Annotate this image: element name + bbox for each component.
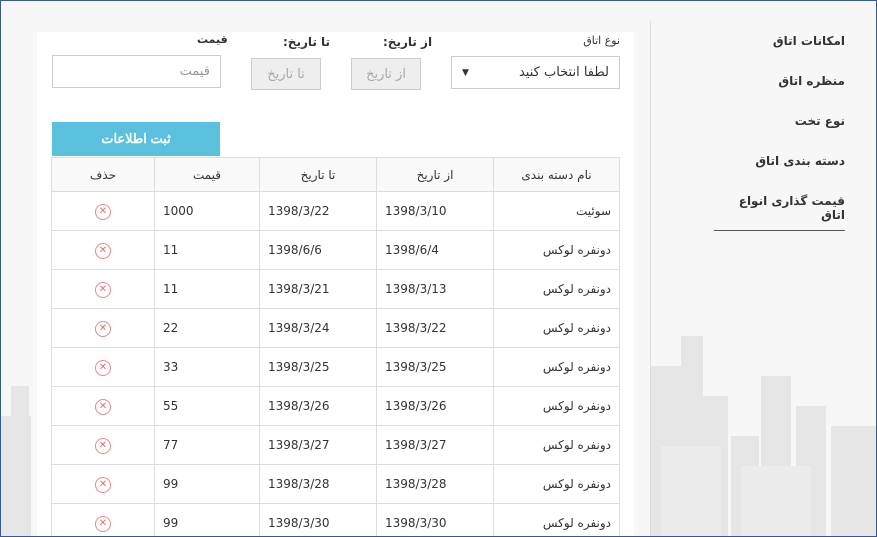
cell-category-name: دونفره لوکس xyxy=(493,386,620,426)
table-row: دونفره لوکس 1398/3/26 1398/3/26 55 ✕ xyxy=(51,386,620,426)
room-type-value: لطفا انتخاب کنید xyxy=(518,65,609,80)
cell-delete: ✕ xyxy=(51,230,155,270)
header-delete: حذف xyxy=(51,157,155,192)
circle-x-icon[interactable]: ✕ xyxy=(95,359,111,376)
cell-category-name: دونفره لوکس xyxy=(493,425,620,465)
circle-x-icon[interactable]: ✕ xyxy=(95,242,111,259)
cell-from-date: 1398/3/30 xyxy=(376,503,494,536)
circle-x-icon[interactable]: ✕ xyxy=(95,476,111,493)
sidebar-item-room-view[interactable]: منظره اتاق xyxy=(778,74,845,88)
cell-price: 99 xyxy=(154,464,260,504)
cell-from-date: 1398/3/26 xyxy=(376,386,494,426)
cell-delete: ✕ xyxy=(51,425,155,465)
main-panel: نوع اتاق لطفا انتخاب کنید ▼ از تاریخ: از… xyxy=(37,32,634,536)
table-row: دونفره لوکس 1398/3/13 1398/3/21 11 ✕ xyxy=(51,269,620,309)
table-row: دونفره لوکس 1398/3/25 1398/3/25 33 ✕ xyxy=(51,347,620,387)
cell-from-date: 1398/3/22 xyxy=(376,308,494,348)
cell-price: 77 xyxy=(154,425,260,465)
cell-from-date: 1398/3/28 xyxy=(376,464,494,504)
cell-delete: ✕ xyxy=(51,503,155,536)
sidebar: امکانات اتاق منظره اتاق نوع تخت دسته بند… xyxy=(650,21,876,536)
header-to-date: تا تاریخ xyxy=(259,157,377,192)
cell-from-date: 1398/3/27 xyxy=(376,425,494,465)
from-date-placeholder: از تاریخ xyxy=(366,66,406,82)
cell-delete: ✕ xyxy=(51,191,155,231)
cell-price: 22 xyxy=(154,308,260,348)
room-type-select[interactable]: لطفا انتخاب کنید ▼ xyxy=(451,56,620,89)
caret-down-icon: ▼ xyxy=(462,67,469,78)
cell-to-date: 1398/3/27 xyxy=(259,425,377,465)
cell-to-date: 1398/3/30 xyxy=(259,503,377,536)
cell-to-date: 1398/3/21 xyxy=(259,269,377,309)
cell-to-date: 1398/6/6 xyxy=(259,230,377,270)
cell-category-name: دونفره لوکس xyxy=(493,230,620,270)
cell-to-date: 1398/3/28 xyxy=(259,464,377,504)
cell-category-name: دونفره لوکس xyxy=(493,269,620,309)
header-category-name: نام دسته بندی xyxy=(493,157,620,192)
table-row: دونفره لوکس 1398/3/27 1398/3/27 77 ✕ xyxy=(51,425,620,465)
circle-x-icon[interactable]: ✕ xyxy=(95,398,111,415)
cell-to-date: 1398/3/22 xyxy=(259,191,377,231)
circle-x-icon[interactable]: ✕ xyxy=(95,281,111,298)
table-row: دونفره لوکس 1398/3/22 1398/3/24 22 ✕ xyxy=(51,308,620,348)
table-row: دونفره لوکس 1398/3/28 1398/3/28 99 ✕ xyxy=(51,464,620,504)
circle-x-icon[interactable]: ✕ xyxy=(95,320,111,337)
cell-from-date: 1398/3/10 xyxy=(376,191,494,231)
sidebar-item-bed-type[interactable]: نوع تخت xyxy=(795,114,845,128)
from-date-input[interactable]: از تاریخ xyxy=(351,58,421,90)
cell-to-date: 1398/3/25 xyxy=(259,347,377,387)
app-frame: امکانات اتاق منظره اتاق نوع تخت دسته بند… xyxy=(0,0,877,537)
cell-delete: ✕ xyxy=(51,386,155,426)
cell-delete: ✕ xyxy=(51,308,155,348)
cell-to-date: 1398/3/26 xyxy=(259,386,377,426)
from-date-label: از تاریخ: xyxy=(383,35,433,49)
cell-delete: ✕ xyxy=(51,464,155,504)
cell-price: 99 xyxy=(154,503,260,536)
cell-category-name: دونفره لوکس xyxy=(493,464,620,504)
circle-x-icon[interactable]: ✕ xyxy=(95,203,111,220)
cell-delete: ✕ xyxy=(51,269,155,309)
cell-category-name: دونفره لوکس xyxy=(493,308,620,348)
cell-price: 33 xyxy=(154,347,260,387)
cell-price: 11 xyxy=(154,230,260,270)
cell-price: 11 xyxy=(154,269,260,309)
to-date-input[interactable]: تا تاریخ xyxy=(251,58,321,90)
cell-category-name: دونفره لوکس xyxy=(493,347,620,387)
cell-price: 55 xyxy=(154,386,260,426)
sidebar-item-room-pricing[interactable]: قیمت گذاری انواع اتاق xyxy=(714,194,845,231)
cell-from-date: 1398/3/25 xyxy=(376,347,494,387)
cell-to-date: 1398/3/24 xyxy=(259,308,377,348)
room-type-label: نوع اتاق xyxy=(583,34,620,47)
price-label: قیمت xyxy=(197,33,228,46)
header-from-date: از تاریخ xyxy=(376,157,494,192)
header-price: قیمت xyxy=(154,157,260,192)
cell-category-name: دونفره لوکس xyxy=(493,503,620,536)
price-placeholder: قیمت xyxy=(179,64,210,79)
submit-button[interactable]: ثبت اطلاعات xyxy=(52,122,220,156)
to-date-label: تا تاریخ: xyxy=(283,35,331,49)
cell-category-name: سوئیت xyxy=(493,191,620,231)
cell-from-date: 1398/6/4 xyxy=(376,230,494,270)
cell-price: 1000 xyxy=(154,191,260,231)
cell-from-date: 1398/3/13 xyxy=(376,269,494,309)
circle-x-icon[interactable]: ✕ xyxy=(95,515,111,532)
table-row: دونفره لوکس 1398/6/4 1398/6/6 11 ✕ xyxy=(51,230,620,270)
table-row: دونفره لوکس 1398/3/30 1398/3/30 99 ✕ xyxy=(51,503,620,536)
sidebar-item-room-amenities[interactable]: امکانات اتاق xyxy=(773,34,845,48)
table-row: سوئیت 1398/3/10 1398/3/22 1000 ✕ xyxy=(51,191,620,231)
pricing-table: نام دسته بندی از تاریخ تا تاریخ قیمت حذف… xyxy=(51,157,620,536)
sidebar-item-room-category[interactable]: دسته بندی اتاق xyxy=(755,154,845,168)
to-date-placeholder: تا تاریخ xyxy=(267,66,305,82)
price-input[interactable]: قیمت xyxy=(52,55,221,88)
circle-x-icon[interactable]: ✕ xyxy=(95,437,111,454)
table-header-row: نام دسته بندی از تاریخ تا تاریخ قیمت حذف xyxy=(51,157,620,192)
cell-delete: ✕ xyxy=(51,347,155,387)
